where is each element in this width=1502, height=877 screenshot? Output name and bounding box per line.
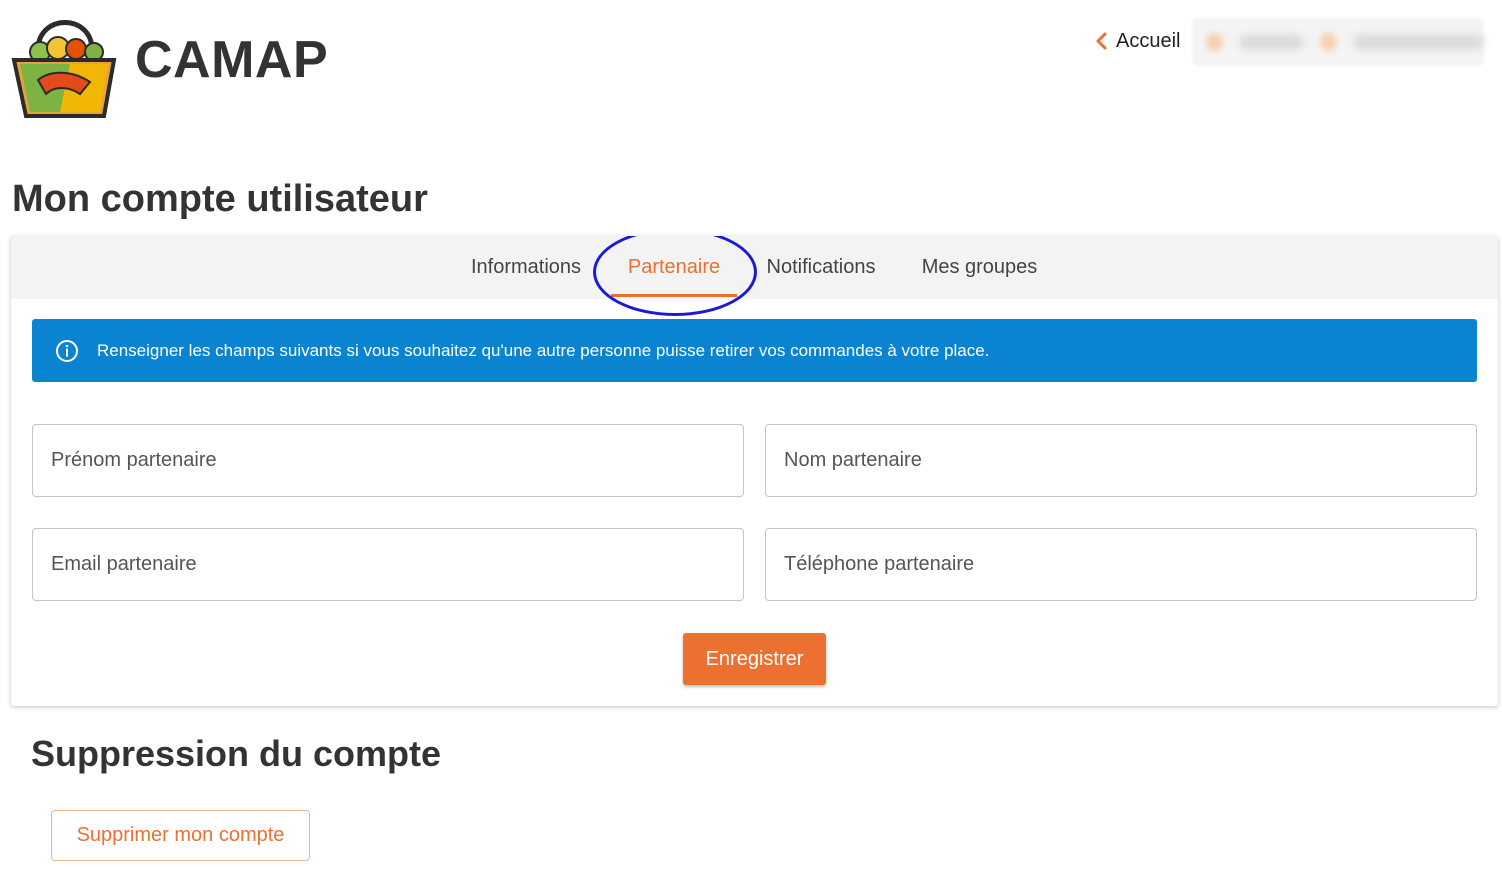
user-icon [1206,33,1223,51]
account-card: Informations Partenaire Notifications Me… [11,236,1498,706]
tab-partenaire[interactable]: Partenaire [611,236,737,299]
first-name-input[interactable] [33,425,743,496]
last-name-input[interactable] [766,425,1476,496]
email-field[interactable] [32,528,744,601]
chevron-left-icon [1096,32,1107,50]
delete-section-title: Suppression du compte [31,733,442,774]
info-alert-text: Renseigner les champs suivants si vous s… [97,340,990,360]
phone-field[interactable] [765,528,1477,601]
redacted-text [1353,35,1484,49]
first-name-field[interactable] [32,424,744,497]
tab-notifications[interactable]: Notifications [759,236,883,299]
group-icon [1320,33,1338,51]
phone-input[interactable] [766,529,1476,600]
brand-name[interactable]: CAMAP [135,30,328,90]
page-title: Mon compte utilisateur [12,178,428,220]
home-link[interactable]: Accueil [1094,26,1180,56]
save-button[interactable]: Enregistrer [683,633,826,685]
last-name-field[interactable] [765,424,1477,497]
redacted-text [1238,35,1305,49]
tab-bar: Informations Partenaire Notifications Me… [11,236,1498,316]
user-menu-redacted[interactable] [1192,18,1484,66]
tab-informations[interactable]: Informations [461,236,591,299]
tab-mes-groupes[interactable]: Mes groupes [911,236,1048,299]
info-alert: Renseigner les champs suivants si vous s… [32,319,1477,382]
info-icon [56,339,78,362]
email-input[interactable] [33,529,743,600]
camap-logo[interactable] [10,8,120,126]
home-link-label: Accueil [1116,29,1181,52]
delete-account-button[interactable]: Supprimer mon compte [51,810,310,861]
